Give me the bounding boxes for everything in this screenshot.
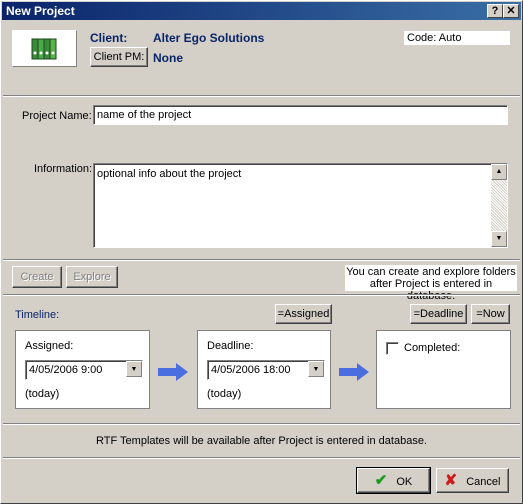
separator	[3, 457, 520, 459]
separator	[3, 259, 520, 261]
chevron-down-icon[interactable]: ▼	[308, 361, 324, 377]
separator	[3, 294, 520, 296]
create-folder-button[interactable]: Create	[12, 266, 62, 288]
new-project-dialog: New Project ? ✕ Client: Alter Ego Soluti…	[0, 0, 523, 504]
code-text: Code: Auto	[407, 32, 462, 44]
client-label: Client:	[90, 31, 128, 45]
cancel-x-icon: ✘	[444, 472, 458, 489]
arrow-right-icon	[158, 363, 188, 381]
title-bar: New Project ? ✕	[2, 2, 521, 20]
binders-icon	[31, 38, 57, 60]
arrow-right-icon	[339, 363, 369, 381]
completed-box: Completed:	[376, 330, 511, 409]
project-name-input[interactable]: name of the project	[93, 105, 508, 125]
check-icon: ✔	[374, 472, 388, 489]
help-button[interactable]: ?	[487, 4, 503, 18]
deadline-date-dropdown[interactable]: 4/05/2006 18:00 ▼	[207, 360, 325, 380]
close-button[interactable]: ✕	[503, 4, 519, 18]
chevron-down-icon[interactable]: ▼	[126, 361, 142, 377]
folders-note: You can create and explore folders after…	[345, 265, 517, 302]
assigned-date-dropdown[interactable]: 4/05/2006 9:00 ▼	[25, 360, 143, 380]
timeline-label: Timeline:	[15, 309, 60, 321]
code-field: Code: Auto	[404, 31, 510, 45]
deadline-label: Deadline:	[207, 340, 254, 352]
cancel-label: Cancel	[466, 476, 501, 488]
project-name-label: Project Name:	[22, 110, 92, 122]
separator	[3, 95, 520, 97]
assigned-date-value: 4/05/2006 9:00	[29, 364, 103, 376]
ok-button[interactable]: ✔ OK	[356, 467, 431, 494]
explore-folder-button[interactable]: Explore	[66, 266, 118, 288]
project-name-value: name of the project	[97, 109, 192, 121]
ok-label: OK	[396, 476, 413, 488]
information-value: optional info about the project	[97, 168, 242, 180]
client-name: Alter Ego Solutions	[153, 31, 265, 45]
scroll-up-icon[interactable]: ▲	[491, 164, 507, 180]
assigned-box: Assigned: 4/05/2006 9:00 ▼ (today)	[15, 330, 150, 409]
templates-note: RTF Templates will be available after Pr…	[96, 435, 427, 447]
information-scrollbar[interactable]: ▲ ▼	[491, 164, 507, 247]
completed-label: Completed:	[404, 342, 461, 354]
deadline-set-button[interactable]: =Deadline	[410, 304, 467, 324]
deadline-date-value: 4/05/2006 18:00	[211, 364, 291, 376]
assigned-relative: (today)	[25, 388, 60, 400]
client-pm-value: None	[153, 51, 183, 65]
information-textarea[interactable]: optional info about the project ▲ ▼	[93, 163, 508, 248]
project-logo	[12, 30, 77, 67]
now-button[interactable]: =Now	[471, 304, 510, 324]
deadline-box: Deadline: 4/05/2006 18:00 ▼ (today)	[197, 330, 331, 409]
assigned-label: Assigned:	[25, 340, 74, 352]
scroll-down-icon[interactable]: ▼	[491, 231, 507, 247]
cancel-button[interactable]: ✘ Cancel	[436, 468, 509, 493]
window-title: New Project	[6, 4, 75, 18]
deadline-relative: (today)	[207, 388, 242, 400]
completed-checkbox[interactable]	[386, 342, 399, 355]
separator	[3, 423, 520, 425]
assigned-set-button[interactable]: =Assigned	[275, 304, 332, 324]
information-label: Information:	[34, 163, 93, 175]
client-pm-button[interactable]: Client PM:	[90, 47, 148, 67]
